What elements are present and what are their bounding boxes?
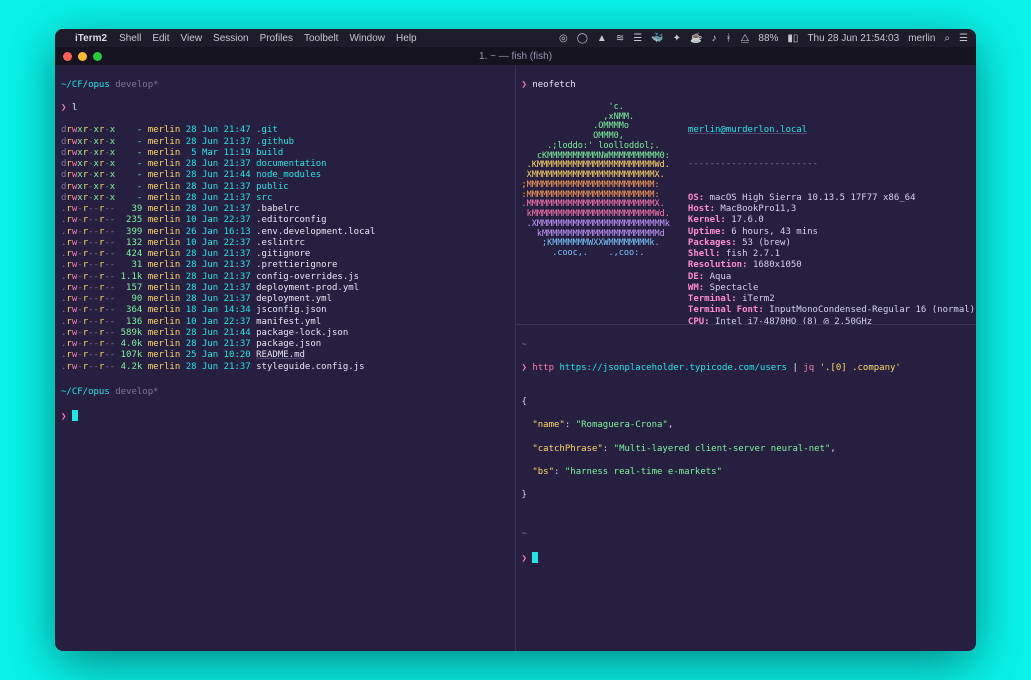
ls-row: .rw-r--r-- 399 merlin 26 Jan 16:13 .env.… xyxy=(61,227,509,238)
neofetch-userhost: merlin@murderlon.local xyxy=(688,125,807,135)
ls-row: .rw-r--r-- 364 merlin 18 Jan 14:34 jscon… xyxy=(61,305,509,316)
wifi-icon[interactable]: ⧋ xyxy=(740,33,749,44)
neofetch-rule: ------------------------ xyxy=(688,159,976,170)
cursor xyxy=(532,552,538,563)
ls-row: drwxr-xr-x - merlin 28 Jun 21:37 .github xyxy=(61,137,509,148)
ls-row: .rw-r--r-- 107k merlin 25 Jan 10:20 READ… xyxy=(61,350,509,361)
status-icon[interactable]: ♪ xyxy=(711,33,716,44)
battery-percent[interactable]: 88% xyxy=(758,33,778,44)
ls-row: drwxr-xr-x - merlin 28 Jun 21:37 src xyxy=(61,193,509,204)
menu-session[interactable]: Session xyxy=(213,33,249,44)
neofetch-line: Shell: fish 2.7.1 xyxy=(688,249,976,260)
tab-title: 1. ~ — fish (fish) xyxy=(55,51,976,62)
prompt-caret: ❯ xyxy=(61,412,72,422)
ls-row: .rw-r--r-- 424 merlin 28 Jun 21:37 .giti… xyxy=(61,249,509,260)
ls-row: drwxr-xr-x - merlin 5 Mar 11:19 build xyxy=(61,148,509,159)
neofetch-line: OS: macOS High Sierra 10.13.5 17F77 x86_… xyxy=(688,193,976,204)
terminal-window: iTerm2 Shell Edit View Session Profiles … xyxy=(55,29,976,651)
search-icon[interactable]: ⌕ xyxy=(944,33,950,44)
git-branch: develop* xyxy=(115,80,158,90)
app-menus: Shell Edit View Session Profiles Toolbel… xyxy=(119,33,417,44)
pane-neofetch[interactable]: ❯ neofetch 'c. ,xNMM. .OMMMMo OMMM0, .;l… xyxy=(516,65,977,325)
coffee-icon[interactable]: ☕ xyxy=(690,33,702,44)
menu-shell[interactable]: Shell xyxy=(119,33,141,44)
menubar-status-right: ◎ ◯ ▲ ≋ ☰ 🐳 ✦ ☕ ♪ ᚼ ⧋ 88% ▮▯ Thu 28 Jun … xyxy=(559,33,968,44)
pane-http-jq[interactable]: ~ ❯ http https://jsonplaceholder.typicod… xyxy=(516,325,977,651)
status-icon[interactable]: ◎ xyxy=(559,33,568,44)
menu-help[interactable]: Help xyxy=(396,33,417,44)
neofetch-line: DE: Aqua xyxy=(688,272,976,283)
ls-row: .rw-r--r-- 39 merlin 28 Jun 21:37 .babel… xyxy=(61,204,509,215)
ls-row: .rw-r--r-- 4.2k merlin 28 Jun 21:37 styl… xyxy=(61,362,509,373)
neofetch-ascii-logo: 'c. ,xNMM. .OMMMMo OMMM0, .;loddo:' lool… xyxy=(522,103,670,259)
macos-menubar: iTerm2 Shell Edit View Session Profiles … xyxy=(55,29,976,47)
app-name[interactable]: iTerm2 xyxy=(75,33,107,44)
ls-row: .rw-r--r-- 4.0k merlin 28 Jun 21:37 pack… xyxy=(61,339,509,350)
status-icon[interactable]: ✦ xyxy=(673,33,681,44)
ls-row: .rw-r--r-- 132 merlin 10 Jan 22:37 .esli… xyxy=(61,238,509,249)
jq-output: { "name": "Romaguera-Crona", "catchPhras… xyxy=(522,385,971,514)
tilde-line: ~ xyxy=(522,340,971,351)
menu-window[interactable]: Window xyxy=(349,33,385,44)
neofetch-line: Kernel: 17.6.0 xyxy=(688,215,976,226)
window-titlebar: 1. ~ — fish (fish) xyxy=(55,47,976,65)
neofetch-line: WM: Spectacle xyxy=(688,283,976,294)
battery-icon[interactable]: ▮▯ xyxy=(787,33,798,44)
notification-icon[interactable]: ☰ xyxy=(959,33,968,44)
ls-row: .rw-r--r-- 1.1k merlin 28 Jun 21:37 conf… xyxy=(61,272,509,283)
ls-output: drwxr-xr-x - merlin 28 Jun 21:47 .gitdrw… xyxy=(61,125,509,373)
neofetch-line: Terminal Font: InputMonoCondensed-Regula… xyxy=(688,305,976,316)
neofetch-line: Packages: 53 (brew) xyxy=(688,238,976,249)
menubar-user[interactable]: merlin xyxy=(908,33,935,44)
menu-view[interactable]: View xyxy=(181,33,203,44)
neofetch-line: Host: MacBookPro11,3 xyxy=(688,204,976,215)
ls-row: drwxr-xr-x - merlin 28 Jun 21:37 public xyxy=(61,182,509,193)
menu-toolbelt[interactable]: Toolbelt xyxy=(304,33,338,44)
ls-row: .rw-r--r-- 136 merlin 10 Jan 22:37 manif… xyxy=(61,317,509,328)
docker-icon[interactable]: 🐳 xyxy=(651,33,663,44)
neofetch-line: CPU: Intel i7-4870HQ (8) @ 2.50GHz xyxy=(688,317,976,326)
menubar-clock[interactable]: Thu 28 Jun 21:54:03 xyxy=(807,33,899,44)
pane-left[interactable]: ~/CF/opus develop* ❯ l drwxr-xr-x - merl… xyxy=(55,65,516,651)
command-l: l xyxy=(72,103,77,113)
ls-row: drwxr-xr-x - merlin 28 Jun 21:37 documen… xyxy=(61,159,509,170)
ls-row: drwxr-xr-x - merlin 28 Jun 21:44 node_mo… xyxy=(61,170,509,181)
prompt-caret: ❯ xyxy=(522,80,533,90)
ls-row: .rw-r--r-- 235 merlin 10 Jan 22:37 .edit… xyxy=(61,215,509,226)
status-icon[interactable]: ◯ xyxy=(577,33,588,44)
tilde-line: ~ xyxy=(522,529,971,540)
prompt-cwd: ~/CF/opus xyxy=(61,387,110,397)
ls-row: .rw-r--r-- 589k merlin 28 Jun 21:44 pack… xyxy=(61,328,509,339)
command-http-jq: ❯ http https://jsonplaceholder.typicode.… xyxy=(522,363,971,374)
command-neofetch: neofetch xyxy=(532,80,575,90)
prompt-cwd: ~/CF/opus xyxy=(61,80,110,90)
ls-row: .rw-r--r-- 31 merlin 28 Jun 21:37 .prett… xyxy=(61,260,509,271)
prompt-caret: ❯ xyxy=(61,103,72,113)
status-icon[interactable]: ☰ xyxy=(633,33,642,44)
neofetch-line: Terminal: iTerm2 xyxy=(688,294,976,305)
git-branch: develop* xyxy=(115,387,158,397)
neofetch-line: Resolution: 1680x1050 xyxy=(688,260,976,271)
menu-edit[interactable]: Edit xyxy=(152,33,169,44)
prompt-caret: ❯ xyxy=(522,554,533,564)
ls-row: .rw-r--r-- 90 merlin 28 Jun 21:37 deploy… xyxy=(61,294,509,305)
menu-profiles[interactable]: Profiles xyxy=(260,33,293,44)
neofetch-line: Uptime: 6 hours, 43 mins xyxy=(688,227,976,238)
status-icon[interactable]: ▲ xyxy=(597,33,607,44)
ls-row: drwxr-xr-x - merlin 28 Jun 21:47 .git xyxy=(61,125,509,136)
ls-row: .rw-r--r-- 157 merlin 28 Jun 21:37 deplo… xyxy=(61,283,509,294)
bluetooth-icon[interactable]: ᚼ xyxy=(725,33,731,44)
cursor xyxy=(72,410,78,421)
status-icon[interactable]: ≋ xyxy=(616,33,624,44)
neofetch-info: merlin@murderlon.local -----------------… xyxy=(688,103,976,325)
